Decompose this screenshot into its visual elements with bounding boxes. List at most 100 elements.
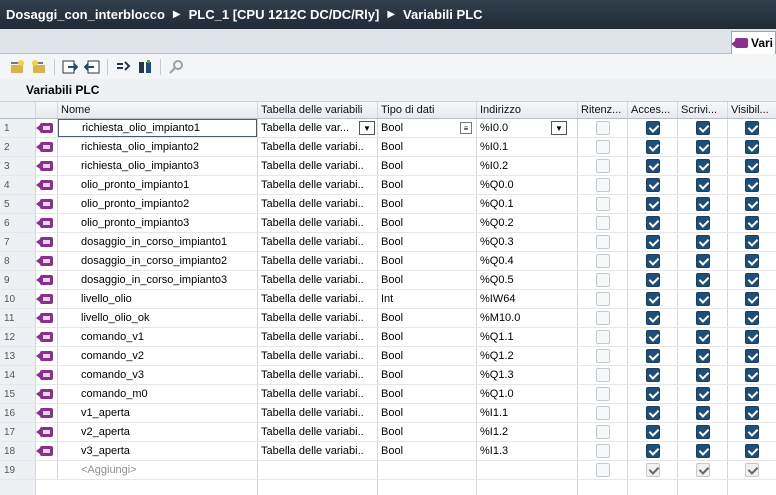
retain-checkbox[interactable] (595, 159, 610, 173)
data-type-cell[interactable]: Bool (378, 404, 477, 422)
write-checkbox[interactable] (695, 387, 710, 401)
write-checkbox[interactable] (695, 463, 710, 477)
visible-checkbox[interactable] (745, 292, 759, 306)
tag-name-cell[interactable]: dosaggio_in_corso_impianto2 (58, 252, 258, 270)
visible-checkbox[interactable] (745, 330, 759, 344)
tag-name[interactable]: richiesta_olio_impianto1 (58, 119, 257, 137)
tag-name-cell[interactable]: dosaggio_in_corso_impianto3 (58, 271, 258, 289)
tag-table-cell[interactable]: Tabella delle variabi.. (258, 442, 378, 460)
table-row[interactable]: 9 dosaggio_in_corso_impianto3 Tabella dell… (0, 271, 776, 290)
access-checkbox[interactable] (645, 159, 660, 173)
address-cell[interactable]: %I0.1 (477, 138, 578, 156)
tag-table-cell[interactable]: Tabella delle variabi.. (258, 195, 378, 213)
tag-name[interactable]: livello_olio (58, 290, 257, 308)
tag-name-cell[interactable]: richiesta_olio_impianto1 (58, 119, 258, 137)
address-cell[interactable]: %Q1.1 (477, 328, 578, 346)
visible-checkbox[interactable] (745, 273, 759, 287)
tag-table-cell[interactable]: Tabella delle variabi.. (258, 366, 378, 384)
address-cell[interactable]: %I0.0 ▼ (477, 119, 578, 137)
chevron-down-icon[interactable]: ▼ (551, 121, 567, 135)
write-checkbox[interactable] (695, 311, 710, 325)
table-row[interactable]: 8 dosaggio_in_corso_impianto2 Tabella dell… (0, 252, 776, 271)
access-checkbox[interactable] (645, 235, 660, 249)
tag-table-cell[interactable]: Tabella delle variabi.. (258, 233, 378, 251)
address-cell[interactable]: %Q0.1 (477, 195, 578, 213)
insert-tag-icon[interactable] (29, 57, 49, 77)
tag-name-cell[interactable]: comando_v1 (58, 328, 258, 346)
write-checkbox[interactable] (695, 406, 710, 420)
retain-checkbox[interactable] (595, 254, 610, 268)
write-checkbox[interactable] (695, 197, 710, 211)
data-type-cell[interactable]: Bool ≡ (378, 119, 477, 137)
retain-checkbox[interactable] (595, 387, 610, 401)
table-row[interactable]: 1 richiesta_olio_impianto1 Tabella delle v… (0, 119, 776, 138)
access-checkbox[interactable] (645, 444, 660, 458)
data-type-cell[interactable]: Bool (378, 309, 477, 327)
tag-name[interactable]: dosaggio_in_corso_impianto1 (58, 233, 257, 251)
access-checkbox[interactable] (645, 292, 660, 306)
tag-name[interactable]: comando_v1 (58, 328, 257, 346)
address-cell[interactable]: %Q0.4 (477, 252, 578, 270)
add-tag-icon[interactable] (7, 57, 27, 77)
retain-checkbox[interactable] (595, 273, 610, 287)
write-checkbox[interactable] (695, 349, 710, 363)
retain-checkbox[interactable] (595, 140, 610, 154)
visible-checkbox[interactable] (745, 216, 759, 230)
address-cell[interactable]: %I0.2 (477, 157, 578, 175)
tag-name-cell[interactable]: olio_pronto_impianto1 (58, 176, 258, 194)
visible-checkbox[interactable] (745, 235, 759, 249)
table-row[interactable]: 5 olio_pronto_impianto2 Tabella delle vari… (0, 195, 776, 214)
access-checkbox[interactable] (645, 406, 660, 420)
add-tag-cell[interactable]: <Aggiungi> (58, 461, 258, 479)
data-type-cell[interactable]: Bool (378, 328, 477, 346)
tag-name[interactable]: comando_v3 (58, 366, 257, 384)
visible-checkbox[interactable] (745, 425, 759, 439)
visible-checkbox[interactable] (745, 197, 759, 211)
write-checkbox[interactable] (695, 425, 710, 439)
table-row[interactable]: 3 richiesta_olio_impianto3 Tabella delle v… (0, 157, 776, 176)
write-checkbox[interactable] (695, 178, 710, 192)
tab-variabili[interactable]: Vari (731, 31, 776, 54)
tag-table-cell[interactable]: Tabella delle variabi.. (258, 252, 378, 270)
visible-checkbox[interactable] (745, 254, 759, 268)
address-cell[interactable]: %I1.3 (477, 442, 578, 460)
column-header-table[interactable]: Tabella delle variabili (258, 102, 378, 118)
write-checkbox[interactable] (695, 330, 710, 344)
retain-checkbox[interactable] (595, 425, 610, 439)
write-checkbox[interactable] (695, 368, 710, 382)
access-checkbox[interactable] (645, 425, 660, 439)
visible-checkbox[interactable] (745, 349, 759, 363)
tag-name-cell[interactable]: comando_v3 (58, 366, 258, 384)
retain-checkbox[interactable] (595, 311, 610, 325)
address-cell[interactable]: %Q0.0 (477, 176, 578, 194)
tag-name[interactable]: v1_aperta (58, 404, 257, 422)
write-checkbox[interactable] (695, 273, 710, 287)
address-cell[interactable]: %Q0.5 (477, 271, 578, 289)
tag-name[interactable]: v2_aperta (58, 423, 257, 441)
settings-icon[interactable] (166, 57, 186, 77)
data-type-cell[interactable]: Bool (378, 347, 477, 365)
tag-table-cell[interactable]: Tabella delle variabi.. (258, 138, 378, 156)
tag-table-cell[interactable]: Tabella delle variabi.. (258, 214, 378, 232)
breadcrumb-project[interactable]: Dosaggi_con_interblocco (6, 7, 165, 22)
tag-name-cell[interactable]: comando_v2 (58, 347, 258, 365)
tag-name-cell[interactable]: v2_aperta (58, 423, 258, 441)
tag-table-cell[interactable]: Tabella delle variabi.. (258, 385, 378, 403)
tag-table-cell[interactable]: Tabella delle variabi.. (258, 290, 378, 308)
tag-name-cell[interactable]: livello_olio_ok (58, 309, 258, 327)
retain-checkbox[interactable] (595, 121, 610, 135)
address-cell[interactable]: %M10.0 (477, 309, 578, 327)
tag-name-cell[interactable]: olio_pronto_impianto2 (58, 195, 258, 213)
data-type-cell[interactable]: Bool (378, 385, 477, 403)
visible-checkbox[interactable] (745, 387, 759, 401)
refresh-icon[interactable] (135, 57, 155, 77)
export-icon[interactable] (60, 57, 80, 77)
write-checkbox[interactable] (695, 235, 710, 249)
access-checkbox[interactable] (645, 273, 660, 287)
tag-table-cell[interactable]: Tabella delle variabi.. (258, 404, 378, 422)
tag-name[interactable]: v3_aperta (58, 442, 257, 460)
access-checkbox[interactable] (645, 387, 660, 401)
access-checkbox[interactable] (645, 463, 660, 477)
write-checkbox[interactable] (695, 254, 710, 268)
column-header-write[interactable]: Scrivi... (678, 102, 728, 118)
